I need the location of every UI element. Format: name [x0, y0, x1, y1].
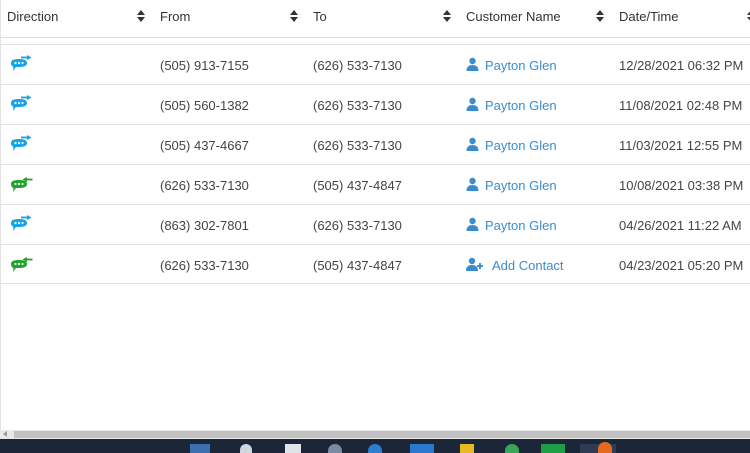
- customer-name: Payton Glen: [485, 177, 557, 193]
- direction-cell: [9, 205, 39, 245]
- task-view-icon[interactable]: [285, 444, 301, 453]
- scrollbar-thumb[interactable]: [14, 431, 750, 438]
- from-cell: (626) 533-7130: [160, 177, 249, 193]
- person-icon: [466, 137, 479, 154]
- horizontal-scrollbar[interactable]: [0, 430, 750, 439]
- add-contact-link[interactable]: Add Contact: [466, 245, 564, 285]
- customer-name-link[interactable]: Payton Glen: [466, 85, 557, 125]
- mail-icon[interactable]: [410, 444, 434, 453]
- column-header-direction[interactable]: Direction: [7, 0, 58, 33]
- to-cell: (505) 437-4847: [313, 257, 402, 273]
- direction-cell: [9, 45, 39, 85]
- to-cell: (626) 533-7130: [313, 97, 402, 113]
- datetime-cell: 10/08/2021 03:38 PM: [619, 177, 744, 193]
- windows-start-icon[interactable]: [190, 444, 210, 453]
- person-icon: [466, 97, 479, 114]
- customer-name-link[interactable]: Payton Glen: [466, 165, 557, 205]
- column-header-customer-name[interactable]: Customer Name: [466, 0, 561, 33]
- customer-name: Payton Glen: [485, 97, 557, 113]
- column-header-date-time[interactable]: Date/Time: [619, 0, 678, 33]
- spreadsheet-icon[interactable]: [541, 444, 565, 453]
- person-icon: [466, 217, 479, 234]
- customer-name-link[interactable]: Payton Glen: [466, 45, 557, 85]
- table-row[interactable]: (626) 533-7130 (505) 437-4847 Add Contact 0…: [1, 244, 750, 284]
- outbound-message-icon: [9, 95, 33, 115]
- sort-icon[interactable]: [137, 10, 145, 23]
- table-row[interactable]: (505) 437-4667 (626) 533-7130 Payton Glen 1…: [1, 124, 750, 164]
- outbound-message-icon: [9, 55, 33, 75]
- direction-cell: [9, 125, 39, 165]
- sort-icon[interactable]: [443, 10, 451, 23]
- to-cell: (505) 437-4847: [313, 177, 402, 193]
- outbound-message-icon: [9, 135, 33, 155]
- search-icon[interactable]: [240, 444, 252, 453]
- datetime-cell: 04/26/2021 11:22 AM: [619, 217, 742, 233]
- grid-header: Direction From To Customer Name Date/Tim…: [1, 0, 750, 38]
- table-row[interactable]: (626) 533-7130 (505) 437-4847 Payton Glen 1…: [1, 164, 750, 204]
- table-row[interactable]: (863) 302-7801 (626) 533-7130 Payton Glen 0…: [1, 204, 750, 244]
- column-header-from[interactable]: From: [160, 0, 190, 33]
- browser-icon[interactable]: [368, 444, 382, 453]
- from-cell: (505) 437-4667: [160, 137, 249, 153]
- customer-name-link[interactable]: Payton Glen: [466, 205, 557, 245]
- to-cell: (626) 533-7130: [313, 137, 402, 153]
- datetime-cell: 11/08/2021 02:48 PM: [619, 97, 743, 113]
- chrome-icon[interactable]: [505, 444, 519, 453]
- customer-name: Payton Glen: [485, 137, 557, 153]
- customer-name: Payton Glen: [485, 57, 557, 73]
- datetime-cell: 11/03/2021 12:55 PM: [619, 137, 743, 153]
- sort-icon[interactable]: [290, 10, 298, 23]
- datetime-cell: 12/28/2021 06:32 PM: [619, 57, 744, 73]
- from-cell: (505) 913-7155: [160, 57, 249, 73]
- scroll-left-arrow-icon[interactable]: [3, 431, 7, 437]
- datetime-cell: 04/23/2021 05:20 PM: [619, 257, 744, 273]
- from-cell: (626) 533-7130: [160, 257, 249, 273]
- to-cell: (626) 533-7130: [313, 57, 402, 73]
- from-cell: (863) 302-7801: [160, 217, 249, 233]
- messages-grid: Direction From To Customer Name Date/Tim…: [0, 0, 750, 430]
- grid-body: (505) 913-7155 (626) 533-7130 Payton Glen 1…: [1, 44, 750, 284]
- table-row[interactable]: (505) 913-7155 (626) 533-7130 Payton Glen 1…: [1, 44, 750, 84]
- sort-icon[interactable]: [596, 10, 604, 23]
- direction-cell: [9, 85, 39, 125]
- direction-cell: [9, 245, 39, 285]
- taskbar: [0, 439, 750, 453]
- to-cell: (626) 533-7130: [313, 217, 402, 233]
- table-row[interactable]: (505) 560-1382 (626) 533-7130 Payton Glen 1…: [1, 84, 750, 124]
- folder-icon[interactable]: [460, 444, 474, 453]
- customer-name-link[interactable]: Payton Glen: [466, 125, 557, 165]
- person-icon: [466, 177, 479, 194]
- customer-name: Payton Glen: [485, 217, 557, 233]
- inbound-message-icon: [9, 255, 33, 275]
- column-header-to[interactable]: To: [313, 0, 327, 33]
- person-icon: [466, 57, 479, 74]
- customer-name: Add Contact: [492, 257, 564, 273]
- direction-cell: [9, 165, 39, 205]
- app-icon[interactable]: [328, 444, 342, 453]
- add-contact-icon: [466, 257, 484, 274]
- outbound-message-icon: [9, 215, 33, 235]
- inbound-message-icon: [9, 175, 33, 195]
- notification-badge: [598, 442, 612, 453]
- from-cell: (505) 560-1382: [160, 97, 249, 113]
